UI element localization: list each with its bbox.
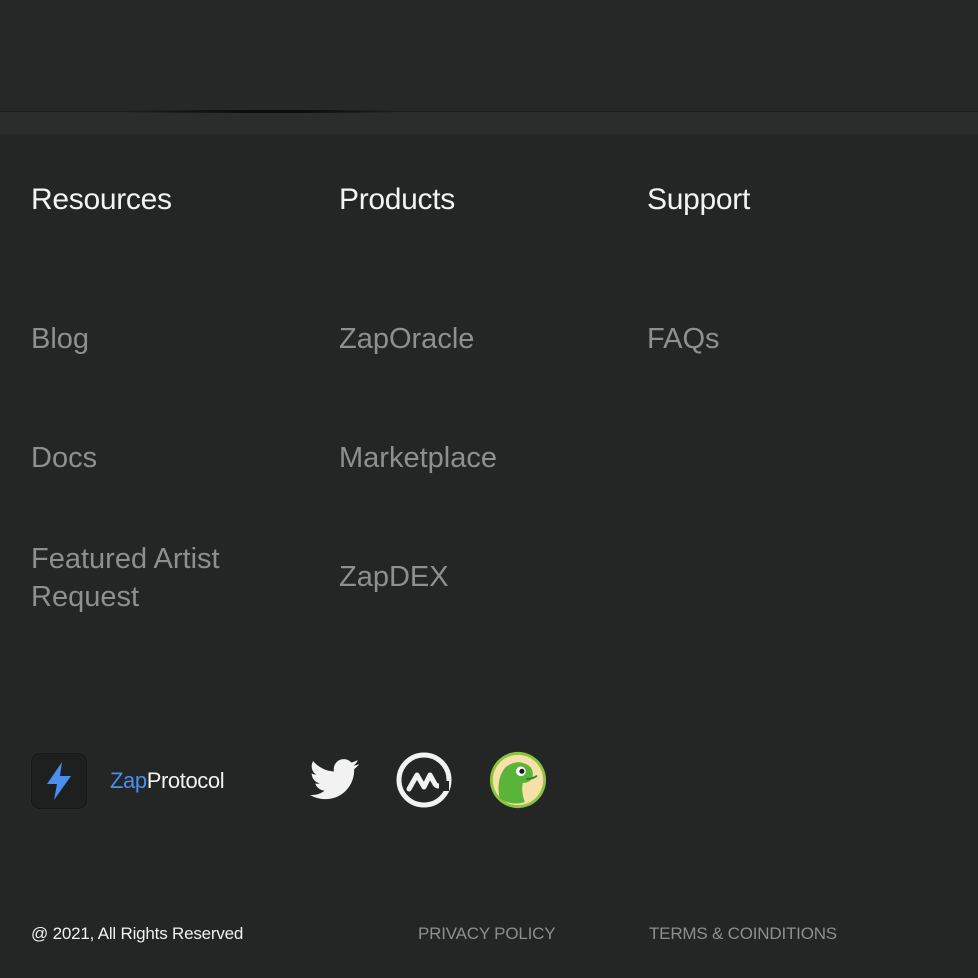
divider-shadow xyxy=(120,110,400,113)
twitter-icon xyxy=(310,759,360,800)
lightning-bolt-icon xyxy=(47,762,71,800)
brand-name-rest: Protocol xyxy=(146,768,225,793)
privacy-policy-link[interactable]: PRIVACY POLICY xyxy=(418,924,556,944)
column-title-support: Support xyxy=(647,183,750,216)
footer-link-zapdex[interactable]: ZapDEX xyxy=(339,558,599,596)
footer-link-zaporacle[interactable]: ZapOracle xyxy=(339,320,599,358)
top-section xyxy=(0,0,978,112)
footer-link-marketplace[interactable]: Marketplace xyxy=(339,439,599,477)
brand-badge xyxy=(31,753,87,809)
section-divider xyxy=(0,110,978,134)
footer-link-docs[interactable]: Docs xyxy=(31,439,291,477)
footer-link-featured-artist-request[interactable]: Featured Artist Request xyxy=(31,540,261,616)
brand-name-accent: Zap xyxy=(110,768,147,793)
column-title-resources: Resources xyxy=(31,183,172,216)
terms-conditions-link[interactable]: TERMS & COINDITIONS xyxy=(649,924,837,944)
coingecko-link[interactable] xyxy=(488,750,548,810)
twitter-link[interactable] xyxy=(305,750,365,810)
copyright-text: @ 2021, All Rights Reserved xyxy=(31,924,244,943)
footer-link-faqs[interactable]: FAQs xyxy=(647,320,907,358)
coingecko-icon xyxy=(489,751,547,809)
page: Resources Blog Docs Featured Artist Requ… xyxy=(0,0,978,978)
footer-link-blog[interactable]: Blog xyxy=(31,320,291,358)
brand-logo-link[interactable]: ZapProtocol xyxy=(31,753,225,809)
coinmarketcap-link[interactable] xyxy=(394,750,454,810)
brand-name: ZapProtocol xyxy=(110,768,225,794)
column-title-products: Products xyxy=(339,183,455,216)
coinmarketcap-icon xyxy=(396,752,452,808)
